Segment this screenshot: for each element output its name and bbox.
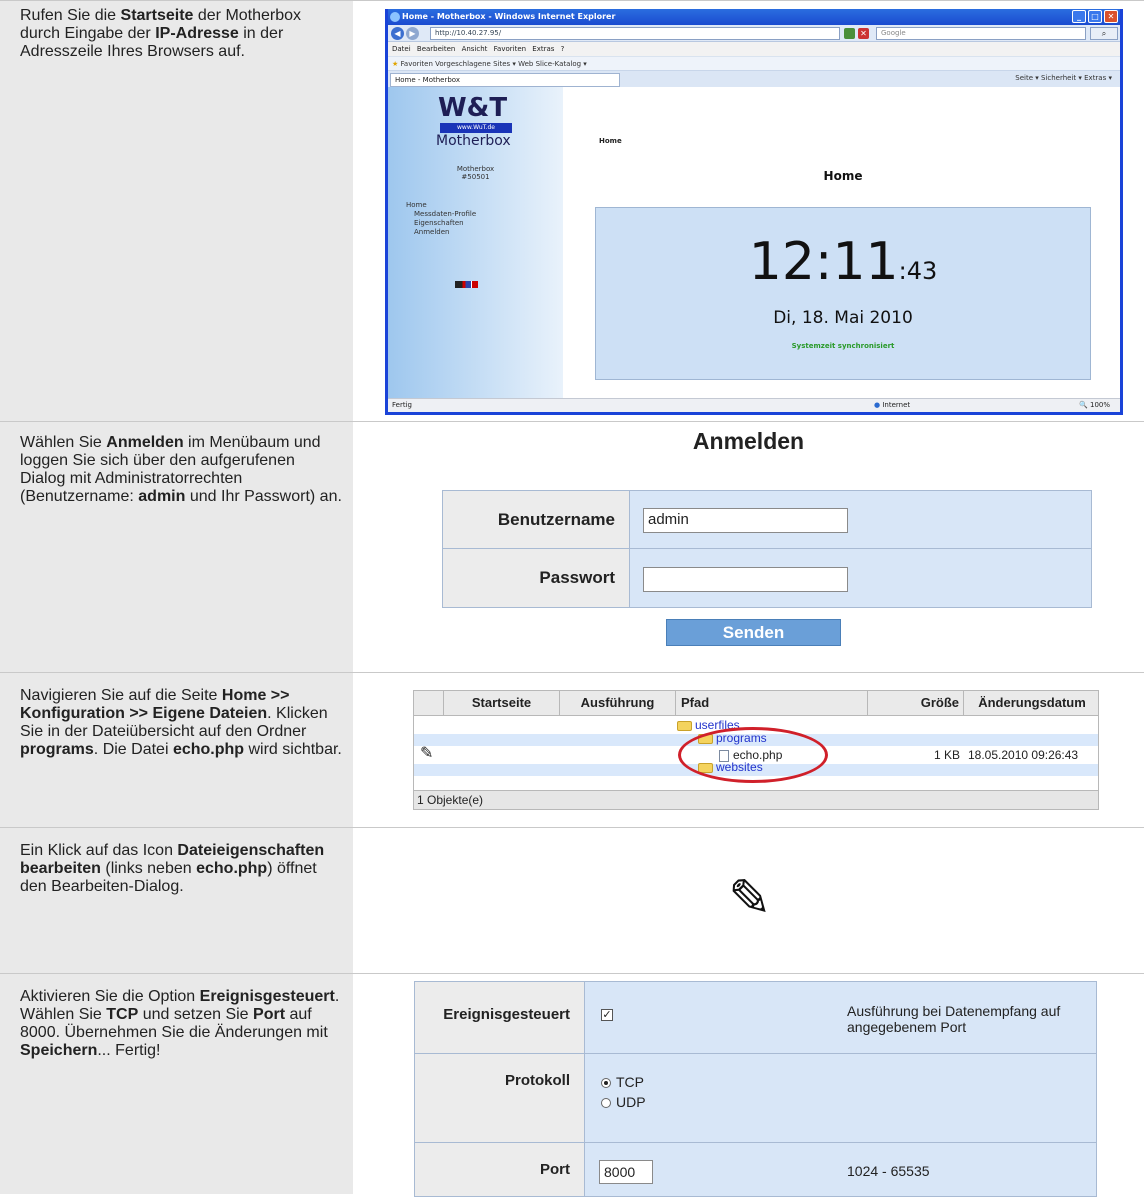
page-title: Home <box>823 169 863 183</box>
clock-seconds: :43 <box>898 257 938 285</box>
port-row: Port 8000 1024 - 65535 <box>415 1143 1096 1196</box>
zoom-level[interactable]: 🔍 100% <box>1079 399 1110 412</box>
step-row-1: Rufen Sie die Startseite der Motherbox d… <box>0 0 1144 421</box>
send-button[interactable]: Senden <box>666 619 841 646</box>
favorites-bar[interactable]: ★ Favoriten Vorgeschlagene Sites ▾ Web S… <box>388 56 1120 70</box>
step-text-1: Rufen Sie die Startseite der Motherbox d… <box>0 1 353 421</box>
step-figure-3: Startseite Ausführung Pfad Größe Änderun… <box>353 673 1144 827</box>
step-figure-4: ✎ <box>353 828 1144 973</box>
event-label: Ereignisgesteuert <box>415 982 585 1053</box>
col-pfad[interactable]: Pfad <box>676 691 868 715</box>
edit-properties-icon-large[interactable]: ✎ <box>728 871 772 927</box>
tree-item-profiles[interactable]: Messdaten-Profile <box>406 210 476 219</box>
tree-item-properties[interactable]: Eigenschaften <box>406 219 476 228</box>
device-name: Motherbox <box>436 133 511 149</box>
tree-item-login[interactable]: Anmelden <box>406 228 476 237</box>
status-text: Fertig <box>392 401 412 409</box>
browser-titlebar: Home - Motherbox - Windows Internet Expl… <box>388 9 1120 25</box>
password-input[interactable] <box>643 567 848 592</box>
options-form: Ereignisgesteuert ✓ Ausführung bei Daten… <box>414 981 1097 1197</box>
step-row-3: Navigieren Sie auf die Seite Home >> Kon… <box>0 672 1144 827</box>
address-bar-row: ◀ ▶ http://10.40.27.95/ ✕ Google ⌕ <box>388 25 1120 42</box>
back-icon[interactable]: ◀ <box>391 27 404 40</box>
browser-title: Home - Motherbox - Windows Internet Expl… <box>402 12 616 21</box>
close-icon[interactable]: ✕ <box>1104 10 1118 23</box>
radio-tcp-icon[interactable] <box>601 1078 611 1089</box>
step-figure-2: Anmelden Benutzername admin Passwort Sen… <box>353 422 1144 672</box>
radio-tcp[interactable]: TCP <box>601 1074 644 1090</box>
file-table-footer: 1 Objekte(e) <box>414 790 1098 809</box>
maximize-icon[interactable]: □ <box>1088 10 1102 23</box>
tab-home[interactable]: Home - Motherbox <box>390 73 620 87</box>
device-id: Motherbox #50501 <box>456 165 495 181</box>
event-checkbox[interactable]: ✓ <box>601 1009 613 1021</box>
address-input[interactable]: http://10.40.27.95/ <box>430 27 840 40</box>
file-table-header: Startseite Ausführung Pfad Größe Änderun… <box>414 691 1098 716</box>
col-startseite[interactable]: Startseite <box>444 691 560 715</box>
port-range: 1024 - 65535 <box>847 1163 930 1179</box>
col-ausfuehrung[interactable]: Ausführung <box>560 691 676 715</box>
file-size: 1 KB <box>933 748 960 762</box>
file-table: Startseite Ausführung Pfad Größe Änderun… <box>413 690 1099 810</box>
zone-text: ● Internet <box>874 401 911 409</box>
login-form: Benutzername admin Passwort <box>442 490 1092 608</box>
event-row: Ereignisgesteuert ✓ Ausführung bei Daten… <box>415 982 1096 1054</box>
clock-date: Di, 18. Mai 2010 <box>773 308 913 328</box>
menu-bar[interactable]: Datei Bearbeiten Ansicht Favoriten Extra… <box>388 42 1120 56</box>
username-input[interactable]: admin <box>643 508 848 533</box>
password-label: Passwort <box>443 549 630 607</box>
radio-udp[interactable]: UDP <box>601 1094 646 1110</box>
event-description: Ausführung bei Datenempfang auf angegebe… <box>847 1003 1061 1035</box>
login-pass-row: Passwort <box>443 549 1091 607</box>
col-groesse[interactable]: Größe <box>868 691 964 715</box>
search-icon[interactable]: ⌕ <box>1090 27 1118 40</box>
step-row-2: Wählen Sie Anmelden im Menübaum und logg… <box>0 421 1144 672</box>
highlight-ellipse <box>678 727 828 783</box>
folder-icon <box>677 720 692 731</box>
search-input[interactable]: Google <box>876 27 1086 40</box>
clock-panel: 12:11:43 Di, 18. Mai 2010 Systemzeit syn… <box>595 207 1091 380</box>
page-sidebar: W&T www.WuT.de Motherbox Motherbox #5050… <box>388 87 563 398</box>
protocol-row: Protokoll TCP UDP <box>415 1054 1096 1143</box>
username-label: Benutzername <box>443 491 630 548</box>
breadcrumb[interactable]: Home <box>599 137 622 145</box>
col-aenderungsdatum[interactable]: Änderungsdatum <box>964 691 1100 715</box>
forward-icon[interactable]: ▶ <box>406 27 419 40</box>
step-figure-1: Home - Motherbox - Windows Internet Expl… <box>353 1 1144 421</box>
refresh-icon[interactable] <box>844 28 855 39</box>
minimize-icon[interactable]: _ <box>1072 10 1086 23</box>
file-date: 18.05.2010 09:26:43 <box>968 748 1079 762</box>
protocol-label: Protokoll <box>415 1054 585 1142</box>
ie-logo-icon <box>390 12 400 22</box>
edit-properties-icon[interactable]: ✎ <box>420 745 433 763</box>
radio-udp-icon[interactable] <box>601 1098 611 1109</box>
toolbar-commands[interactable]: Seite ▾ Sicherheit ▾ Extras ▾ <box>1015 74 1112 82</box>
menu-tree: Home Messdaten-Profile Eigenschaften Anm… <box>406 201 476 237</box>
step-row-5: Aktivieren Sie die Option Ereignisgesteu… <box>0 973 1144 1197</box>
step-text-2: Wählen Sie Anmelden im Menübaum und logg… <box>0 422 353 672</box>
port-label: Port <box>415 1143 585 1196</box>
login-title: Anmelden <box>692 428 805 454</box>
step-text-3: Navigieren Sie auf die Seite Home >> Kon… <box>0 673 353 827</box>
login-user-row: Benutzername admin <box>443 491 1091 549</box>
port-input[interactable]: 8000 <box>599 1160 653 1184</box>
stop-icon[interactable]: ✕ <box>858 28 869 39</box>
status-bar: Fertig ● Internet 🔍 100% <box>388 398 1120 412</box>
step-row-4: Ein Klick auf das Icon Dateieigenschafte… <box>0 827 1144 973</box>
page-content: Home Home 12:11:43 Di, 18. Mai 2010 Syst… <box>563 87 1120 398</box>
tree-item-home[interactable]: Home <box>406 201 476 210</box>
wt-url[interactable]: www.WuT.de <box>440 123 512 133</box>
step-figure-5: Ereignisgesteuert ✓ Ausführung bei Daten… <box>353 974 1144 1197</box>
wt-logo: W&T <box>438 93 508 123</box>
browser-window: Home - Motherbox - Windows Internet Expl… <box>385 9 1123 415</box>
tab-bar: Home - Motherbox Seite ▾ Sicherheit ▾ Ex… <box>388 70 1120 87</box>
step-text-4: Ein Klick auf das Icon Dateieigenschafte… <box>0 828 353 973</box>
language-flags-icon[interactable] <box>455 281 478 288</box>
clock-time: 12:11 <box>748 232 899 292</box>
step-text-5: Aktivieren Sie die Option Ereignisgesteu… <box>0 974 353 1194</box>
sync-status: Systemzeit synchronisiert <box>791 342 895 350</box>
